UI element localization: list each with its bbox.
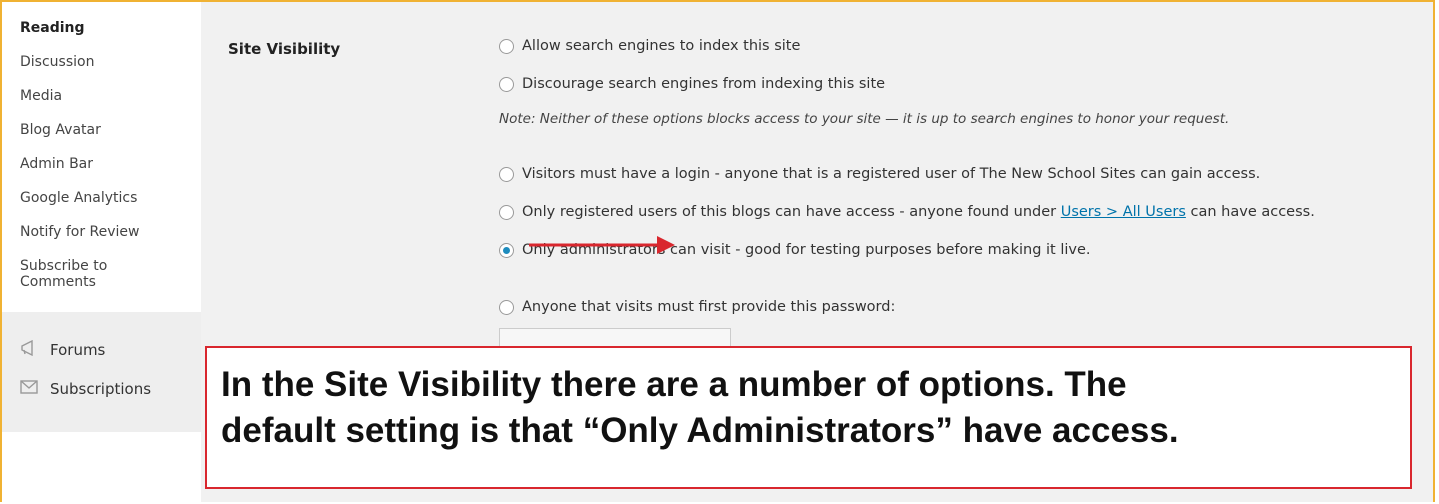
radio-button[interactable]: [499, 38, 514, 54]
menu-item-subscriptions[interactable]: Subscriptions: [20, 380, 151, 398]
option-label: Only registered users of this blogs can …: [522, 204, 1315, 220]
option-discourage-indexing[interactable]: Discourage search engines from indexing …: [499, 76, 885, 92]
option-label: Visitors must have a login - anyone that…: [522, 166, 1261, 182]
submenu-item-google-analytics[interactable]: Google Analytics: [2, 190, 190, 207]
megaphone-icon: [20, 339, 38, 360]
option-registered-users[interactable]: Only registered users of this blogs can …: [499, 204, 1315, 220]
submenu-item-media[interactable]: Media: [2, 88, 190, 105]
option-login-required[interactable]: Visitors must have a login - anyone that…: [499, 166, 1260, 182]
radio-dot: [503, 246, 510, 254]
radio-button-checked[interactable]: [499, 242, 514, 258]
option-label: Anyone that visits must first provide th…: [522, 299, 896, 315]
option-label-before: Only registered users of this blogs can …: [522, 204, 1061, 220]
callout-line-2: default setting is that “Only Administra…: [221, 411, 1179, 450]
red-arrow-annotation: [529, 232, 677, 262]
indexing-note: Note: Neither of these options blocks ac…: [499, 111, 1230, 127]
submenu-item-blog-avatar[interactable]: Blog Avatar: [2, 122, 190, 139]
option-label-after: can have access.: [1185, 204, 1315, 220]
option-label: Discourage search engines from indexing …: [522, 76, 886, 92]
radio-button[interactable]: [499, 166, 514, 182]
submenu-item-reading[interactable]: Reading: [2, 20, 190, 37]
settings-submenu: Reading Discussion Media Blog Avatar Adm…: [2, 2, 201, 290]
submenu-item-notify-for-review[interactable]: Notify for Review: [2, 224, 190, 241]
radio-button[interactable]: [499, 76, 514, 92]
menu-item-forums[interactable]: Forums: [20, 339, 106, 360]
option-password[interactable]: Anyone that visits must first provide th…: [499, 299, 895, 315]
radio-button[interactable]: [499, 299, 514, 315]
envelope-icon: [20, 380, 38, 398]
menu-item-label: Subscriptions: [50, 380, 152, 398]
users-link[interactable]: Users > All Users: [1061, 204, 1186, 220]
submenu-item-admin-bar[interactable]: Admin Bar: [2, 156, 190, 173]
radio-button[interactable]: [499, 204, 514, 220]
admin-menu-block: Forums Subscriptions: [2, 312, 201, 432]
callout-annotation: In the Site Visibility there are a numbe…: [205, 346, 1412, 489]
submenu-item-discussion[interactable]: Discussion: [2, 54, 190, 71]
callout-line-1: In the Site Visibility there are a numbe…: [221, 365, 1127, 404]
submenu-item-subscribe-to-comments[interactable]: Subscribe to Comments: [2, 258, 130, 290]
option-allow-indexing[interactable]: Allow search engines to index this site: [499, 38, 800, 54]
site-visibility-label: Site Visibility: [228, 40, 341, 58]
admin-sidebar: Reading Discussion Media Blog Avatar Adm…: [2, 2, 201, 502]
menu-item-label: Forums: [50, 341, 106, 359]
option-label: Allow search engines to index this site: [522, 38, 801, 54]
